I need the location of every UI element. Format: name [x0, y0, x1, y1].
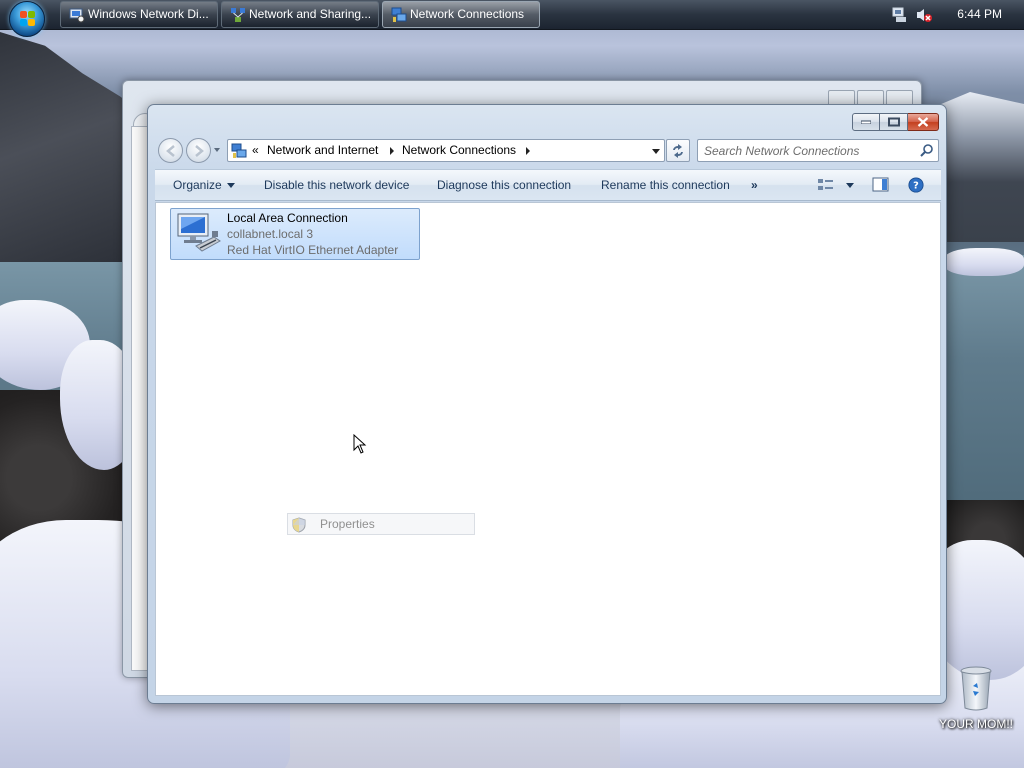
diagnostics-icon	[69, 8, 85, 23]
recent-pages-dropdown[interactable]	[214, 148, 220, 152]
organize-label: Organize	[173, 178, 222, 192]
windows-flag-icon	[20, 11, 36, 27]
breadcrumb-network-and-internet[interactable]: Network and Internet	[267, 140, 378, 161]
context-menu: Properties	[287, 513, 475, 535]
taskbar-button-network-and-sharing[interactable]: Network and Sharing...	[221, 1, 379, 28]
organize-menu[interactable]: Organize	[173, 170, 235, 200]
network-connections-icon	[231, 143, 247, 158]
more-commands-button[interactable]: »	[751, 170, 758, 200]
back-arrow-icon	[166, 145, 175, 157]
minimize-icon	[861, 120, 871, 124]
maximize-button[interactable]	[880, 113, 908, 131]
breadcrumb-chevron-icon[interactable]	[526, 147, 530, 155]
refresh-icon	[673, 144, 683, 158]
network-sharing-icon	[231, 8, 245, 22]
recycle-bin-icon	[960, 666, 992, 711]
back-button[interactable]	[158, 138, 183, 163]
volume-muted-icon[interactable]	[916, 7, 932, 23]
wallpaper-ice	[944, 248, 1024, 276]
taskbar: Windows Network Di... Network and Sharin…	[0, 0, 1024, 37]
uac-shield-icon	[292, 517, 306, 533]
forward-arrow-icon	[195, 145, 204, 157]
forward-button[interactable]	[186, 138, 211, 163]
properties-menu-item[interactable]: Properties	[320, 514, 375, 534]
chevron-down-icon	[226, 183, 235, 189]
connection-adapter: Red Hat VirtIO Ethernet Adapter	[227, 243, 399, 257]
taskbar-button-windows-network-diagnostics[interactable]: Windows Network Di...	[60, 1, 218, 28]
system-clock[interactable]: 6:44 PM	[957, 0, 1002, 30]
breadcrumb-chevron-icon[interactable]	[390, 147, 394, 155]
recycle-bin[interactable]: YOUR MOM!!	[936, 666, 1016, 736]
minimize-button[interactable]	[852, 113, 880, 131]
search-box[interactable]	[697, 139, 939, 162]
network-adapter-icon	[177, 213, 221, 252]
breadcrumb-network-connections[interactable]: Network Connections	[402, 140, 516, 161]
svg-text:?: ?	[913, 181, 919, 192]
command-bar: Organize Disable this network device Dia…	[155, 169, 941, 201]
search-input[interactable]	[704, 142, 910, 159]
close-icon	[917, 117, 929, 127]
mouse-cursor-icon	[353, 434, 367, 454]
network-connections-icon	[391, 7, 407, 22]
recycle-bin-label: YOUR MOM!!	[939, 717, 1013, 731]
network-disconnected-icon[interactable]	[892, 7, 908, 23]
change-view-icon[interactable]	[817, 177, 835, 193]
network-connections-window[interactable]: « Network and Internet Network Connectio…	[147, 104, 947, 704]
start-button[interactable]	[9, 1, 45, 37]
taskbar-button-label: Network and Sharing...	[249, 7, 372, 21]
window-controls	[852, 113, 939, 132]
rename-connection-button[interactable]: Rename this connection	[601, 170, 730, 200]
help-icon[interactable]: ?	[907, 177, 925, 193]
connections-list[interactable]: Local Area Connection collabnet.local 3 …	[155, 202, 941, 696]
wallpaper-mountain-right	[934, 92, 1024, 242]
chevron-down-icon	[846, 183, 854, 189]
taskbar-button-label: Network Connections	[410, 7, 525, 21]
connection-name: Local Area Connection	[227, 211, 348, 225]
address-bar[interactable]: « Network and Internet Network Connectio…	[227, 139, 665, 162]
diagnose-connection-button[interactable]: Diagnose this connection	[437, 170, 571, 200]
close-button[interactable]	[908, 113, 939, 131]
local-area-connection-item[interactable]: Local Area Connection collabnet.local 3 …	[170, 208, 420, 260]
breadcrumb-overflow[interactable]: «	[252, 140, 259, 161]
taskbar-button-label: Windows Network Di...	[88, 7, 209, 21]
preview-pane-icon[interactable]	[872, 177, 890, 193]
address-dropdown-icon[interactable]	[652, 149, 660, 154]
taskbar-button-network-connections[interactable]: Network Connections	[382, 1, 540, 28]
refresh-button[interactable]	[666, 139, 690, 162]
maximize-icon	[887, 117, 900, 127]
search-icon[interactable]	[920, 143, 934, 157]
disable-network-device-button[interactable]: Disable this network device	[264, 170, 409, 200]
view-options-dropdown[interactable]	[841, 170, 854, 200]
connection-network: collabnet.local 3	[227, 227, 314, 241]
